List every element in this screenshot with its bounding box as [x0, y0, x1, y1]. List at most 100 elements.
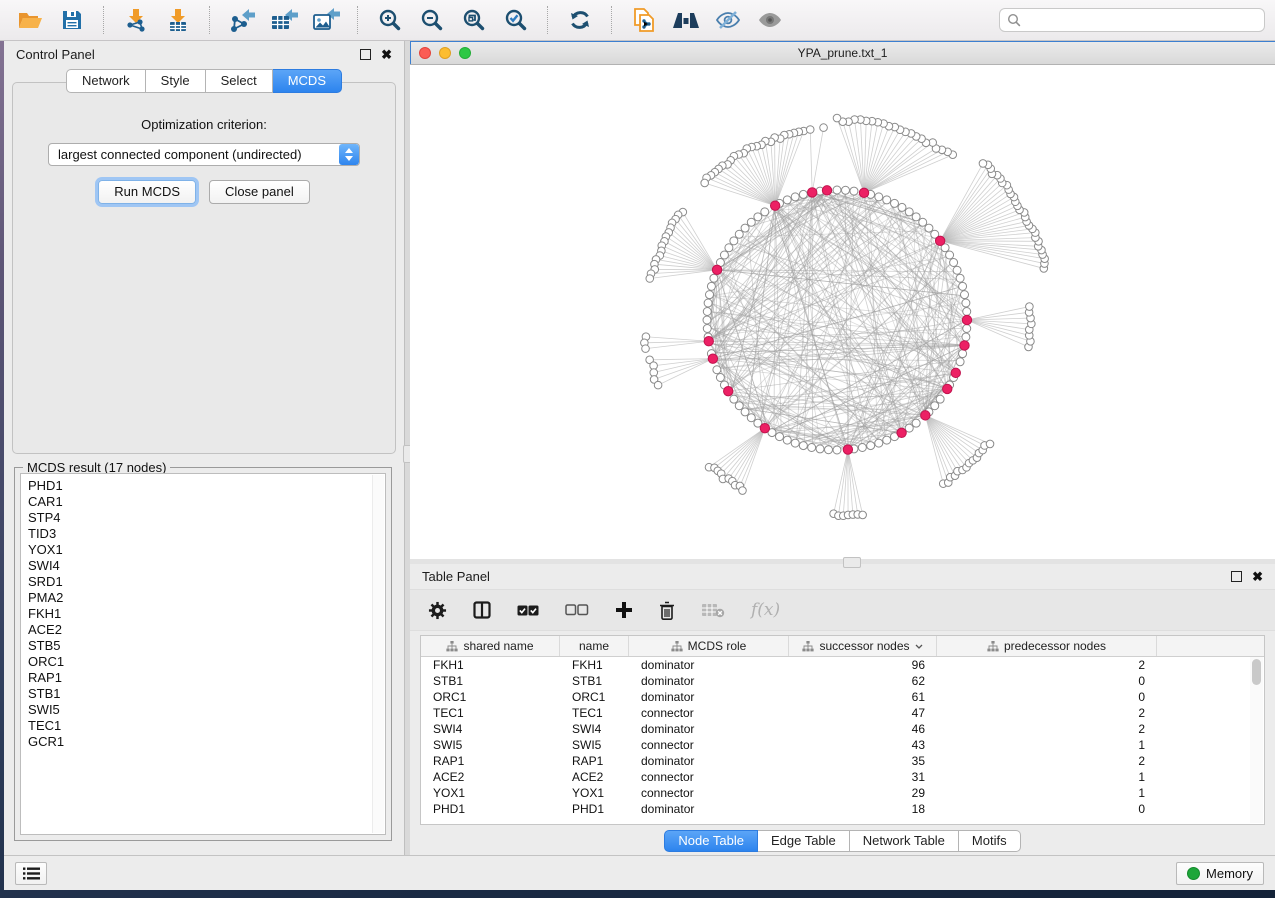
table-header-row: shared namenameMCDS rolesuccessor nodesp…	[421, 636, 1264, 657]
select-all-button[interactable]	[517, 605, 539, 616]
splitter-grip[interactable]	[843, 557, 861, 568]
table-row[interactable]: ACE2ACE2connector311	[421, 769, 1264, 785]
dropdown-stepper-icon	[339, 144, 359, 165]
table-row[interactable]: SWI5SWI5connector431	[421, 737, 1264, 753]
network-graph[interactable]	[410, 65, 1275, 559]
mcds-result-item[interactable]: FKH1	[28, 606, 385, 622]
first-neighbors-button[interactable]	[666, 4, 706, 36]
delete-column-button[interactable]	[659, 601, 675, 620]
control-panel-title: Control Panel	[16, 47, 352, 62]
mcds-result-item[interactable]: YOX1	[28, 542, 385, 558]
table-scrollbar-thumb[interactable]	[1252, 659, 1261, 685]
mcds-result-item[interactable]: PMA2	[28, 590, 385, 606]
app-screen: Control Panel ✖ NetworkStyleSelectMCDS O…	[0, 0, 1275, 898]
tab-network[interactable]: Network	[66, 69, 146, 93]
import-network-button[interactable]	[116, 4, 156, 36]
float-table-panel-icon[interactable]	[1231, 571, 1242, 582]
tab-node-table[interactable]: Node Table	[664, 830, 758, 852]
table-cell: 1	[937, 738, 1157, 752]
mcds-result-item[interactable]: STB1	[28, 686, 385, 702]
memory-button[interactable]: Memory	[1176, 862, 1264, 885]
float-panel-icon[interactable]	[360, 49, 371, 60]
tab-select[interactable]: Select	[206, 69, 273, 93]
horizontal-splitter[interactable]	[410, 559, 1275, 564]
table-cell: ORC1	[421, 690, 560, 704]
mcds-result-item[interactable]: PHD1	[28, 478, 385, 494]
tab-edge-table[interactable]: Edge Table	[758, 830, 850, 852]
column-header-MCDS-role[interactable]: MCDS role	[629, 636, 789, 656]
export-network-button[interactable]	[222, 4, 262, 36]
table-row[interactable]: ORC1ORC1dominator610	[421, 689, 1264, 705]
node-table[interactable]: shared namenameMCDS rolesuccessor nodesp…	[420, 635, 1265, 825]
mcds-result-item[interactable]: STB5	[28, 638, 385, 654]
table-row[interactable]: SWI4SWI4dominator462	[421, 721, 1264, 737]
network-canvas[interactable]	[410, 65, 1275, 559]
mcds-result-item[interactable]: RAP1	[28, 670, 385, 686]
hide-selected-button[interactable]	[708, 4, 748, 36]
mcds-result-item[interactable]: TEC1	[28, 718, 385, 734]
mcds-result-item[interactable]: SWI5	[28, 702, 385, 718]
network-window-titlebar[interactable]: YPA_prune.txt_1	[410, 41, 1275, 65]
run-mcds-button[interactable]: Run MCDS	[98, 180, 196, 204]
table-row[interactable]: STB1STB1dominator620	[421, 673, 1264, 689]
show-columns-button[interactable]	[473, 601, 491, 619]
task-history-button[interactable]	[15, 862, 47, 885]
close-panel-button[interactable]: Close panel	[209, 180, 310, 204]
zoom-out-button[interactable]	[412, 4, 452, 36]
export-table-button[interactable]	[264, 4, 304, 36]
export-image-button[interactable]	[306, 4, 346, 36]
memory-label: Memory	[1206, 866, 1253, 881]
table-cell: connector	[629, 770, 789, 784]
show-all-button[interactable]	[750, 4, 790, 36]
table-cell: 31	[789, 770, 937, 784]
table-row[interactable]: FKH1FKH1dominator962	[421, 657, 1264, 673]
mcds-result-item[interactable]: SWI4	[28, 558, 385, 574]
table-scrollbar[interactable]	[1250, 657, 1263, 823]
mcds-list-scrollbar[interactable]	[372, 475, 384, 833]
close-panel-icon[interactable]: ✖	[381, 50, 392, 59]
column-header-predecessor-nodes[interactable]: predecessor nodes	[937, 636, 1157, 656]
tab-network-table[interactable]: Network Table	[850, 830, 959, 852]
dropdown-selected-value: largest connected component (undirected)	[49, 147, 339, 162]
table-row[interactable]: TEC1TEC1connector472	[421, 705, 1264, 721]
column-header-successor-nodes[interactable]: successor nodes	[789, 636, 937, 656]
mcds-result-item[interactable]: SRD1	[28, 574, 385, 590]
function-builder-disabled: f(x)	[751, 600, 780, 620]
mcds-result-item[interactable]: ORC1	[28, 654, 385, 670]
mcds-result-item[interactable]: STP4	[28, 510, 385, 526]
save-session-button[interactable]	[52, 4, 92, 36]
table-cell: dominator	[629, 754, 789, 768]
tab-style[interactable]: Style	[146, 69, 206, 93]
mcds-result-list[interactable]: PHD1CAR1STP4TID3YOX1SWI4SRD1PMA2FKH1ACE2…	[20, 473, 386, 835]
copy-network-view-button[interactable]	[624, 4, 664, 36]
mcds-result-item[interactable]: CAR1	[28, 494, 385, 510]
mcds-result-item[interactable]: ACE2	[28, 622, 385, 638]
close-table-panel-icon[interactable]: ✖	[1252, 572, 1263, 581]
open-file-button[interactable]	[10, 4, 50, 36]
table-cell: 46	[789, 722, 937, 736]
zoom-selected-button[interactable]	[496, 4, 536, 36]
import-table-button[interactable]	[158, 4, 198, 36]
save-icon	[60, 8, 84, 32]
mcds-result-item[interactable]: TID3	[28, 526, 385, 542]
search-input[interactable]	[1026, 12, 1257, 29]
table-settings-button[interactable]	[428, 601, 447, 620]
zoom-fit-button[interactable]	[454, 4, 494, 36]
column-header-name[interactable]: name	[560, 636, 629, 656]
table-cell: FKH1	[421, 658, 560, 672]
refresh-view-button[interactable]	[560, 4, 600, 36]
optimization-criterion-select[interactable]: largest connected component (undirected)	[48, 143, 360, 166]
delete-table-button-disabled	[701, 602, 725, 618]
column-header-shared-name[interactable]: shared name	[421, 636, 560, 656]
tab-motifs[interactable]: Motifs	[959, 830, 1021, 852]
table-row[interactable]: YOX1YOX1connector291	[421, 785, 1264, 801]
table-row[interactable]: PHD1PHD1dominator180	[421, 801, 1264, 817]
table-cell: RAP1	[560, 754, 629, 768]
deselect-all-button[interactable]	[565, 604, 589, 616]
copy-view-icon	[631, 6, 657, 34]
add-column-button[interactable]	[615, 601, 633, 619]
table-row[interactable]: RAP1RAP1dominator352	[421, 753, 1264, 769]
mcds-result-item[interactable]: GCR1	[28, 734, 385, 750]
zoom-in-button[interactable]	[370, 4, 410, 36]
tab-mcds[interactable]: MCDS	[273, 69, 342, 93]
